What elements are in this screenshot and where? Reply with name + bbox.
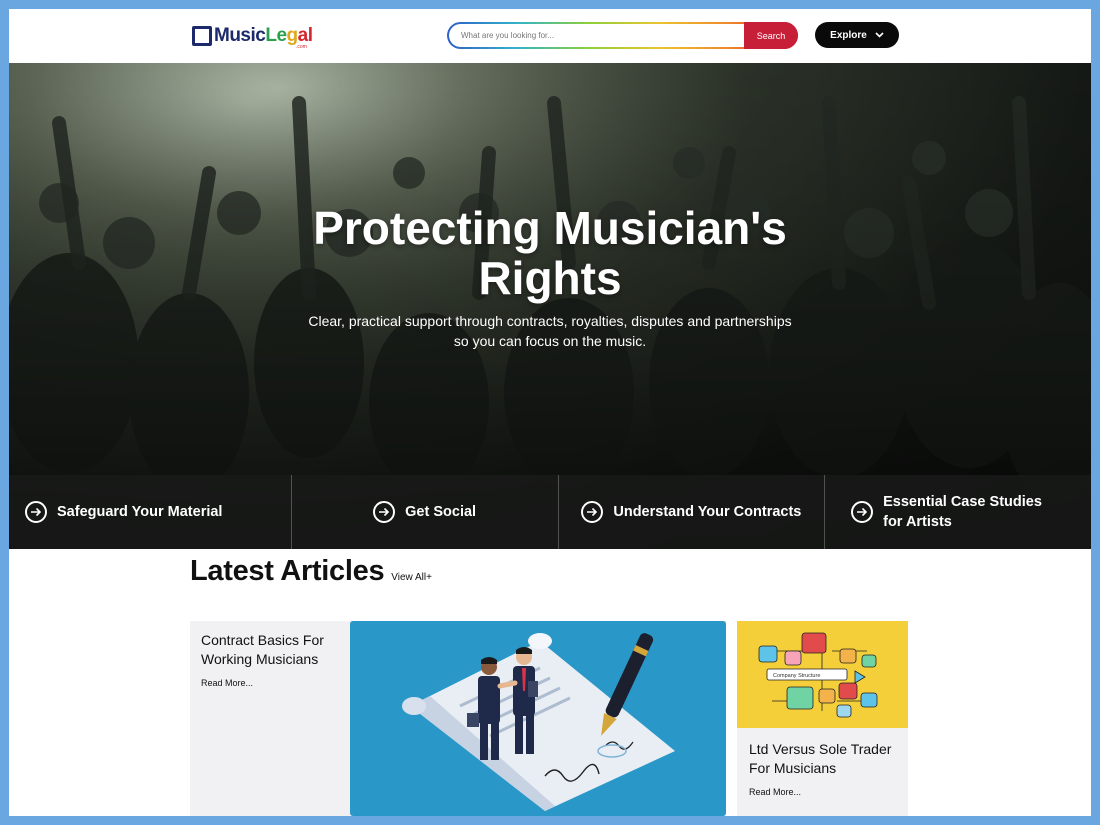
logo-domain-suffix: .com [296,44,307,50]
arrow-right-circle-icon [851,501,874,523]
quick-links-bar: Safeguard Your Material Get Social Under… [9,475,1091,549]
chevron-down-icon [875,30,884,40]
quick-link-label: Get Social [405,504,477,520]
arrow-right-circle-icon [373,501,396,523]
arrow-right-circle-icon [25,501,47,523]
article-card-ltd-vs-sole-trader[interactable]: Company Structure Ltd Versus Sole Trader… [737,621,908,816]
hero-subtitle-line1: Clear, practical support through contrac… [308,313,792,329]
quick-link-label: Understand Your Contracts [613,504,802,520]
hero-banner: Protecting Musician's Rights Clear, prac… [9,63,1091,549]
quick-link-contracts[interactable]: Understand Your Contracts [559,475,826,549]
hero-title-line1: Protecting Musician's [313,202,787,254]
hero-subtitle-line2: so you can focus on the music. [453,333,647,349]
article-card-text: Contract Basics For Working Musicians Re… [201,631,351,688]
site-header: MusicLegal .com Search Explore [9,9,1091,63]
hero-title: Protecting Musician's Rights [9,203,1091,303]
latest-articles-header: Latest Articles View All+ [190,555,432,588]
quick-link-safeguard[interactable]: Safeguard Your Material [9,475,292,549]
search-bar: Search [447,22,798,49]
quick-link-label: Safeguard Your Material [57,504,223,520]
illustration-label: Company Structure [773,673,820,679]
article-title[interactable]: Contract Basics For Working Musicians [201,631,351,669]
explore-button[interactable]: Explore [815,22,899,48]
quick-link-get-social[interactable]: Get Social [292,475,559,549]
article-title[interactable]: Ltd Versus Sole Trader For Musicians [749,740,896,778]
read-more-link[interactable]: Read More... [749,787,896,797]
browser-viewport: MusicLegal .com Search Explore [9,9,1091,816]
view-all-link[interactable]: View All+ [391,572,432,583]
article-card-contract-basics[interactable]: Contract Basics For Working Musicians Re… [190,621,726,816]
quick-link-label: Essential Case Studies for Artists [883,494,1042,530]
quick-link-case-studies[interactable]: Essential Case Studies for Artists [825,475,1091,549]
explore-label: Explore [830,29,867,41]
read-more-link[interactable]: Read More... [201,678,351,688]
site-logo[interactable]: MusicLegal .com [192,23,313,50]
arrow-right-circle-icon [581,501,604,523]
search-input[interactable] [449,24,739,47]
article-card-text: Ltd Versus Sole Trader For Musicians Rea… [737,728,908,797]
latest-articles-title: Latest Articles [190,555,385,587]
logo-square-icon [192,26,212,46]
company-structure-illustration[interactable]: Company Structure [737,621,908,728]
handshake-contract-illustration[interactable] [350,621,726,816]
search-button[interactable]: Search [744,22,798,49]
hero-subtitle: Clear, practical support through contrac… [9,311,1091,351]
hero-title-line2: Rights [478,252,622,304]
